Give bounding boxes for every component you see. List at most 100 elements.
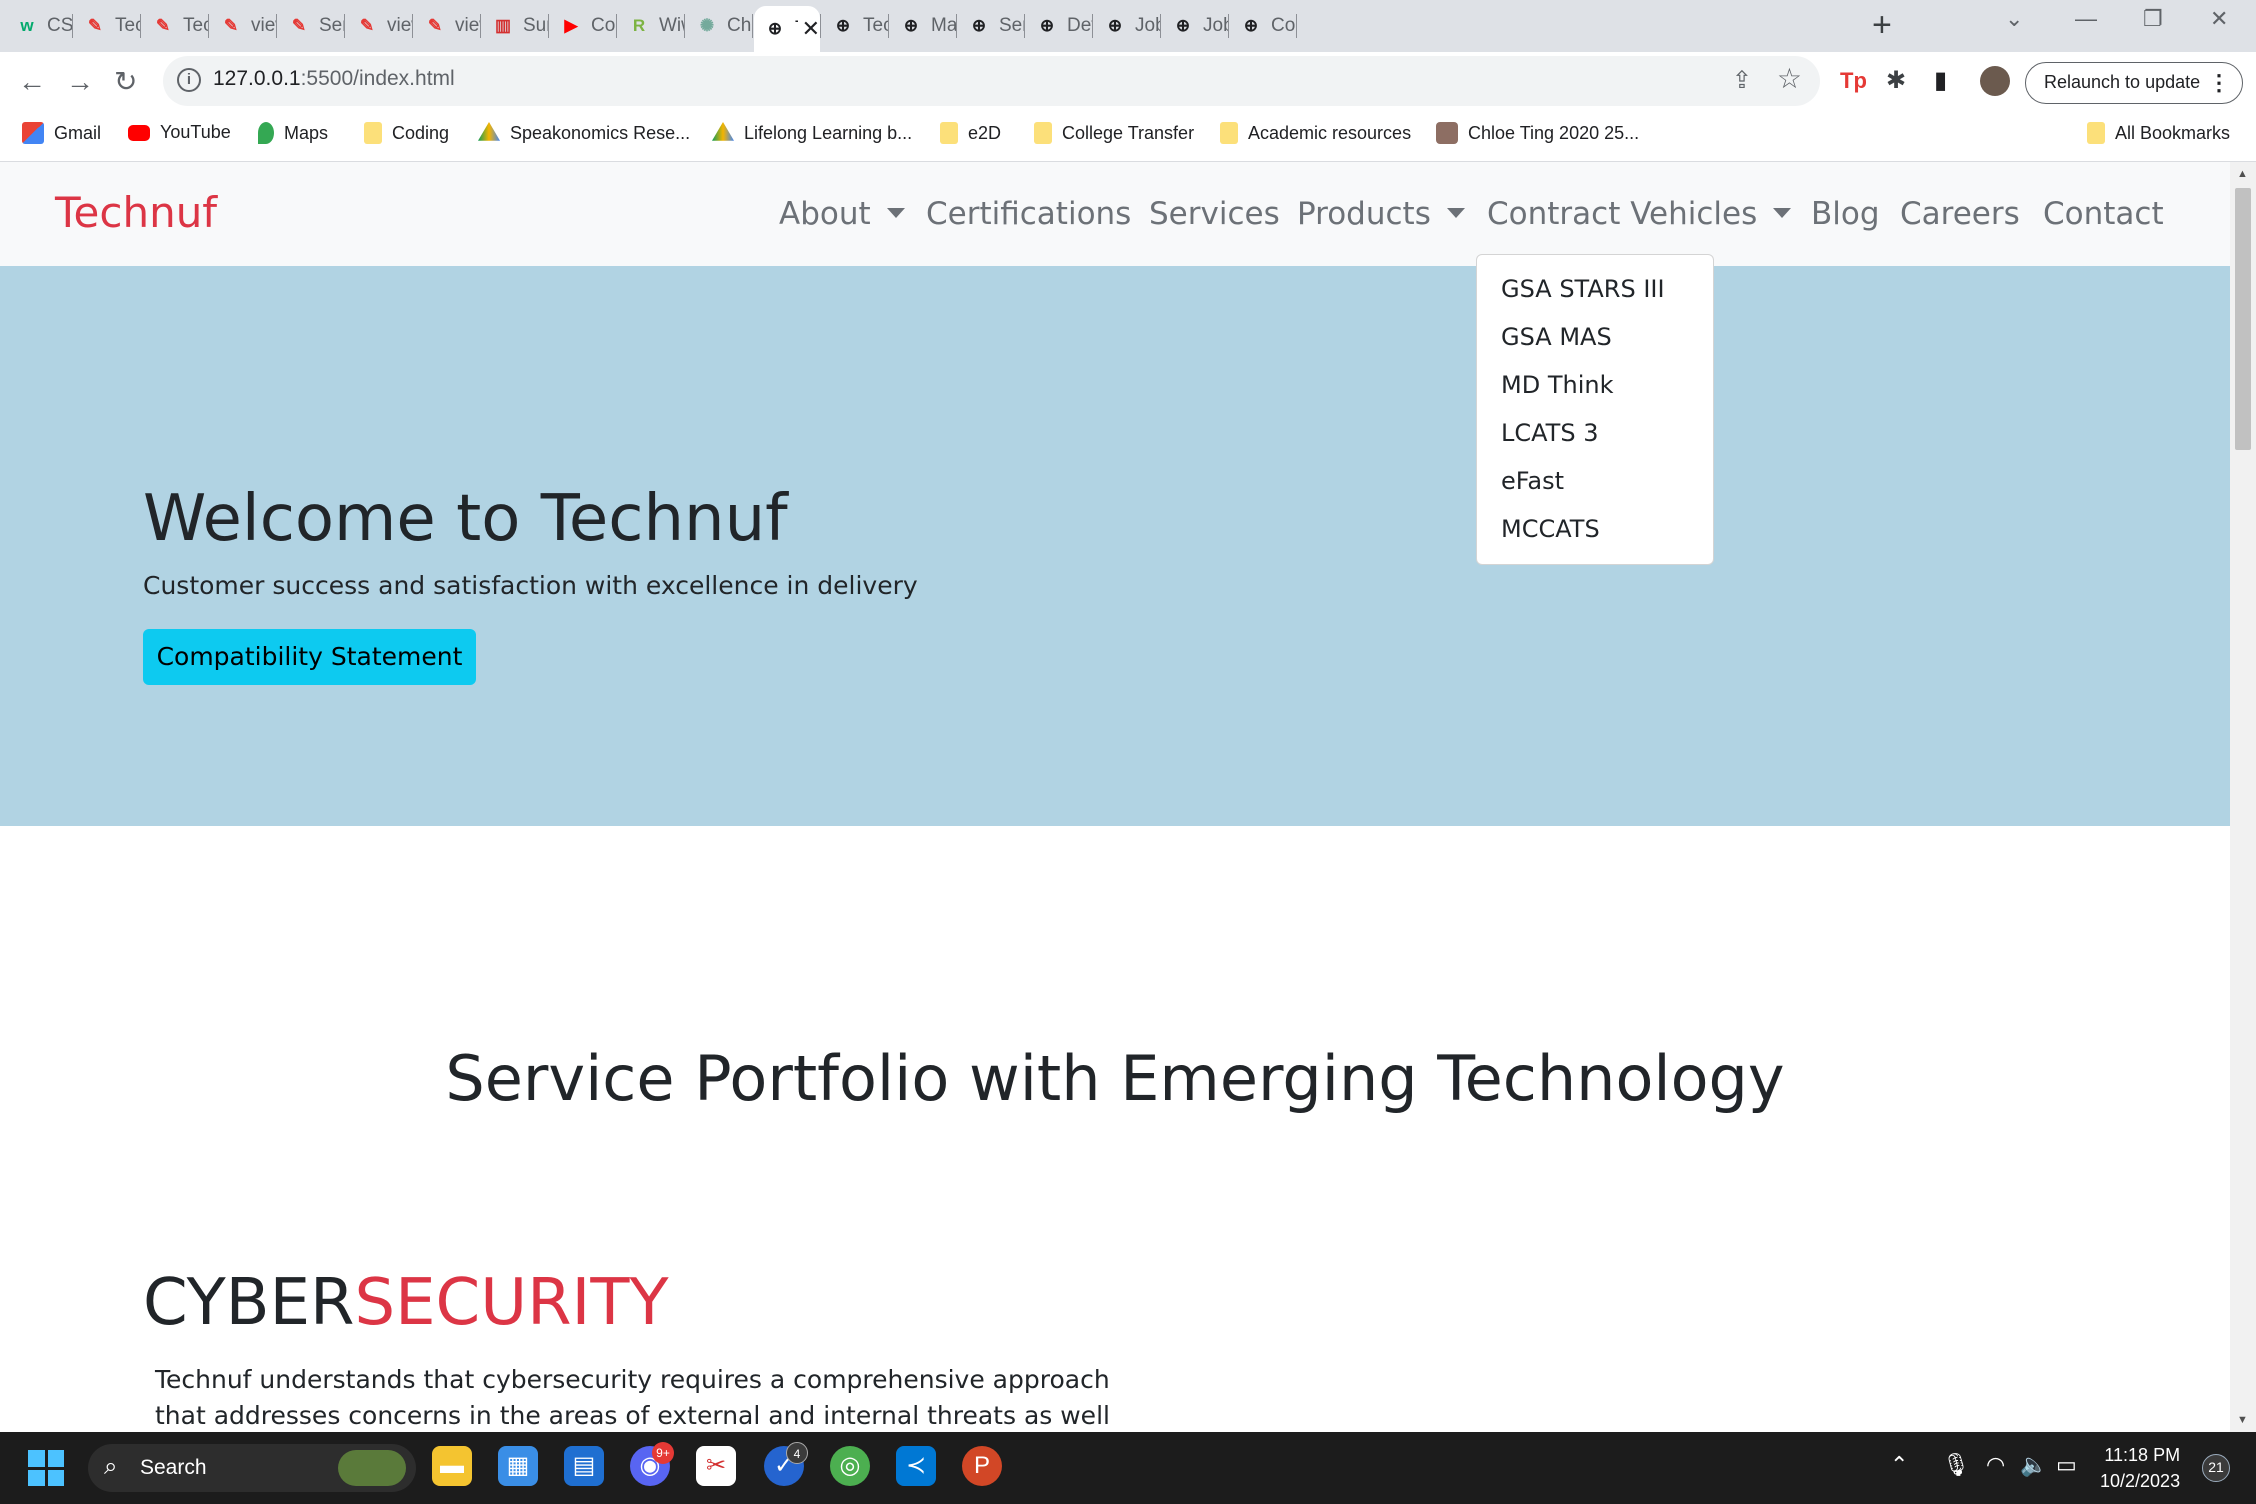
bookmark-item[interactable]: YouTube: [128, 122, 231, 143]
microsoft-store-icon[interactable]: ▦: [498, 1446, 538, 1486]
browser-tab[interactable]: ⊕ Deve: [1026, 6, 1092, 46]
minimize-button[interactable]: —: [2075, 6, 2097, 32]
browser-tab[interactable]: ⊕ Cont: [1230, 6, 1296, 46]
bookmark-item[interactable]: Gmail: [22, 122, 101, 144]
tray-overflow-icon[interactable]: ⌃: [1890, 1452, 1908, 1478]
start-button[interactable]: [28, 1450, 64, 1486]
bookmark-item[interactable]: Speakonomics Rese...: [478, 122, 690, 144]
forward-button[interactable]: →: [66, 62, 94, 102]
search-icon: ⌕: [104, 1453, 118, 1480]
nav-blog[interactable]: Blog: [1811, 196, 1880, 232]
compatibility-statement-button[interactable]: Compatibility Statement: [143, 629, 476, 685]
bookmark-item[interactable]: Coding: [364, 122, 449, 144]
folder-icon: [364, 122, 382, 144]
browser-tab[interactable]: ✎ view: [346, 6, 412, 46]
powerpoint-icon[interactable]: P: [962, 1446, 1002, 1486]
tab-search-icon[interactable]: ⌄: [2005, 6, 2023, 32]
browser-tab[interactable]: ⊕ Jobs: [1162, 6, 1228, 46]
drive-icon: [478, 122, 500, 141]
dropdown-item[interactable]: GSA MAS: [1477, 313, 1713, 361]
dropdown-item[interactable]: MCCATS: [1477, 505, 1713, 553]
page-scrollbar[interactable]: ▲ ▼: [2230, 162, 2256, 1432]
tab-label: Cont: [1271, 15, 1296, 36]
site-info-icon[interactable]: i: [177, 68, 201, 92]
book-icon: ▥: [494, 16, 512, 35]
battery-icon[interactable]: ▭: [2056, 1452, 2077, 1478]
relaunch-button[interactable]: Relaunch to update ⋮: [2025, 62, 2243, 104]
calendar-app-icon[interactable]: ▤: [564, 1446, 604, 1486]
scroll-down-icon[interactable]: ▼: [2237, 1414, 2248, 1426]
bookmark-item[interactable]: College Transfer: [1034, 122, 1194, 144]
dropdown-item[interactable]: GSA STARS III: [1477, 265, 1713, 313]
scrollbar-thumb[interactable]: [2235, 188, 2251, 450]
bookmark-item[interactable]: Maps: [258, 122, 328, 144]
hero-title: Welcome to Technuf: [143, 482, 788, 556]
back-button[interactable]: ←: [18, 62, 46, 102]
restore-button[interactable]: ❐: [2143, 6, 2163, 32]
taskbar-search[interactable]: ⌕ Search: [88, 1444, 416, 1492]
share-icon[interactable]: ⇪: [1732, 66, 1752, 95]
browser-tab[interactable]: ▶ Com: [550, 6, 616, 46]
file-explorer-icon[interactable]: ▬: [432, 1446, 472, 1486]
browser-tab[interactable]: ⊕ Mair: [890, 6, 956, 46]
chrome-icon[interactable]: ◎: [830, 1446, 870, 1486]
nav-contact[interactable]: Contact: [2043, 196, 2164, 232]
close-window-button[interactable]: ✕: [2210, 6, 2228, 32]
new-tab-button[interactable]: +: [1872, 8, 1892, 42]
snipping-tool-icon[interactable]: ✂: [696, 1446, 736, 1486]
address-bar[interactable]: i 127.0.0.1:5500/index.html ⇪ ☆: [163, 56, 1820, 106]
tab-separator: [1228, 14, 1229, 38]
bookmark-item[interactable]: Academic resources: [1220, 122, 1411, 144]
scroll-up-icon[interactable]: ▲: [2237, 168, 2248, 180]
bookmark-item[interactable]: e2D: [940, 122, 1001, 144]
globe-icon: ⊕: [1039, 16, 1055, 35]
browser-tab[interactable]: ✎ Tech: [74, 6, 140, 46]
menu-kebab-icon[interactable]: ⋮: [2208, 63, 2230, 102]
all-bookmarks[interactable]: All Bookmarks: [2087, 122, 2230, 144]
tab-separator: [888, 14, 889, 38]
browser-tab[interactable]: ✎ view: [414, 6, 480, 46]
reload-button[interactable]: ↻: [114, 62, 137, 102]
dropdown-item[interactable]: MD Think: [1477, 361, 1713, 409]
extensions-puzzle-icon[interactable]: ✱: [1886, 66, 1906, 95]
side-panel-icon[interactable]: ▮: [1934, 66, 1947, 95]
browser-tab[interactable]: ⊕ T✕: [754, 6, 820, 52]
browser-tab[interactable]: ✎ Serv: [278, 6, 344, 46]
browser-tab[interactable]: ✺ Chat: [686, 6, 752, 46]
browser-tab[interactable]: ⊕ Serv: [958, 6, 1024, 46]
tp-extension-icon[interactable]: Tp: [1840, 68, 1867, 94]
nav-careers[interactable]: Careers: [1900, 196, 2020, 232]
bookmark-item[interactable]: Lifelong Learning b...: [712, 122, 912, 144]
dropdown-item[interactable]: LCATS 3: [1477, 409, 1713, 457]
nav-contract-vehicles[interactable]: Contract Vehicles: [1487, 196, 1791, 232]
nav-certifications[interactable]: Certifications: [926, 196, 1131, 232]
tab-label: Mair: [931, 15, 956, 36]
nav-services[interactable]: Services: [1149, 196, 1280, 232]
nav-products[interactable]: Products: [1297, 196, 1465, 232]
nav-about[interactable]: About: [779, 196, 905, 232]
url-text[interactable]: 127.0.0.1:5500/index.html: [213, 67, 455, 91]
browser-tab[interactable]: w CSS: [6, 6, 72, 46]
cybersecurity-text: Technuf understands that cybersecurity r…: [155, 1365, 1110, 1430]
profile-avatar-icon[interactable]: [1980, 66, 2010, 96]
wifi-icon[interactable]: ◠: [1986, 1452, 2005, 1478]
tab-separator: [1160, 14, 1161, 38]
vscode-icon[interactable]: ≺: [896, 1446, 936, 1486]
volume-icon[interactable]: 🔈: [2020, 1452, 2047, 1478]
browser-tab[interactable]: ✎ view: [210, 6, 276, 46]
browser-tab[interactable]: R Wiw: [618, 6, 684, 46]
browser-tab[interactable]: ⊕ Jobs: [1094, 6, 1160, 46]
pen-icon: ✎: [87, 16, 103, 35]
taskbar-clock[interactable]: 11:18 PM 10/2/2023: [2100, 1442, 2180, 1494]
browser-tab[interactable]: ▥ Sum: [482, 6, 548, 46]
microphone-icon[interactable]: 🎙: [1942, 1452, 1970, 1478]
close-tab-icon[interactable]: ✕: [802, 16, 820, 42]
dropdown-item[interactable]: eFast: [1477, 457, 1713, 505]
browser-tab[interactable]: ✎ Tech: [142, 6, 208, 46]
site-brand[interactable]: Technuf: [55, 188, 217, 237]
bookmark-star-icon[interactable]: ☆: [1777, 62, 1802, 95]
browser-tab[interactable]: ⊕ Tech: [822, 6, 888, 46]
notification-badge[interactable]: 21: [2202, 1454, 2230, 1482]
tab-label: Com: [591, 15, 616, 36]
bookmark-item[interactable]: Chloe Ting 2020 25...: [1436, 122, 1639, 144]
